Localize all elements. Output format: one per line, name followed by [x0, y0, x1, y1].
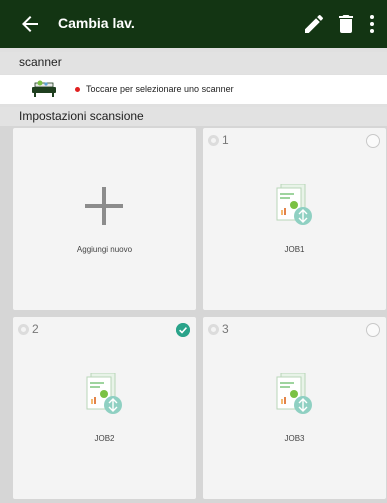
job-tile-2[interactable]: 2 JOB2 [13, 317, 196, 499]
scan-document-icon [276, 373, 312, 414]
scanner-icon [32, 80, 56, 97]
select-radio[interactable] [366, 134, 380, 148]
back-arrow-icon[interactable] [18, 12, 42, 36]
lock-icon [18, 323, 29, 335]
job-number: 1 [208, 133, 229, 147]
status-dot [75, 87, 80, 92]
edit-pencil-icon[interactable] [302, 12, 326, 36]
plus-icon [85, 187, 123, 225]
add-new-label: Aggiungi nuovo [76, 245, 133, 254]
scanner-section-header: scanner [0, 52, 387, 74]
select-radio[interactable] [366, 323, 380, 337]
selected-check-icon[interactable] [176, 323, 190, 337]
job-number: 2 [18, 322, 39, 336]
more-vert-icon[interactable] [360, 12, 384, 36]
lock-icon [208, 323, 219, 335]
job-number: 3 [208, 322, 229, 336]
add-new-tile[interactable]: Aggiungi nuovo [13, 128, 196, 310]
scan-document-icon [276, 184, 312, 225]
scanner-status-text: Toccare per selezionare uno scanner [86, 84, 234, 94]
job-tile-1[interactable]: 1 JOB1 [203, 128, 386, 310]
app-bar: Cambia lav. [0, 0, 387, 48]
delete-trash-icon[interactable] [334, 12, 358, 36]
job-label: JOB2 [94, 434, 115, 443]
job-tile-3[interactable]: 3 JOB3 [203, 317, 386, 499]
job-label: JOB1 [284, 245, 305, 254]
select-scanner-row[interactable]: Toccare per selezionare uno scanner [0, 75, 387, 104]
settings-section-header: Impostazioni scansione [0, 107, 387, 126]
job-label: JOB3 [284, 434, 305, 443]
lock-icon [208, 134, 219, 146]
page-title: Cambia lav. [58, 15, 135, 31]
scan-document-icon [86, 373, 122, 414]
job-grid: Aggiungi nuovo 1 JOB1 2 JOB2 3 JOB3 [0, 126, 387, 503]
